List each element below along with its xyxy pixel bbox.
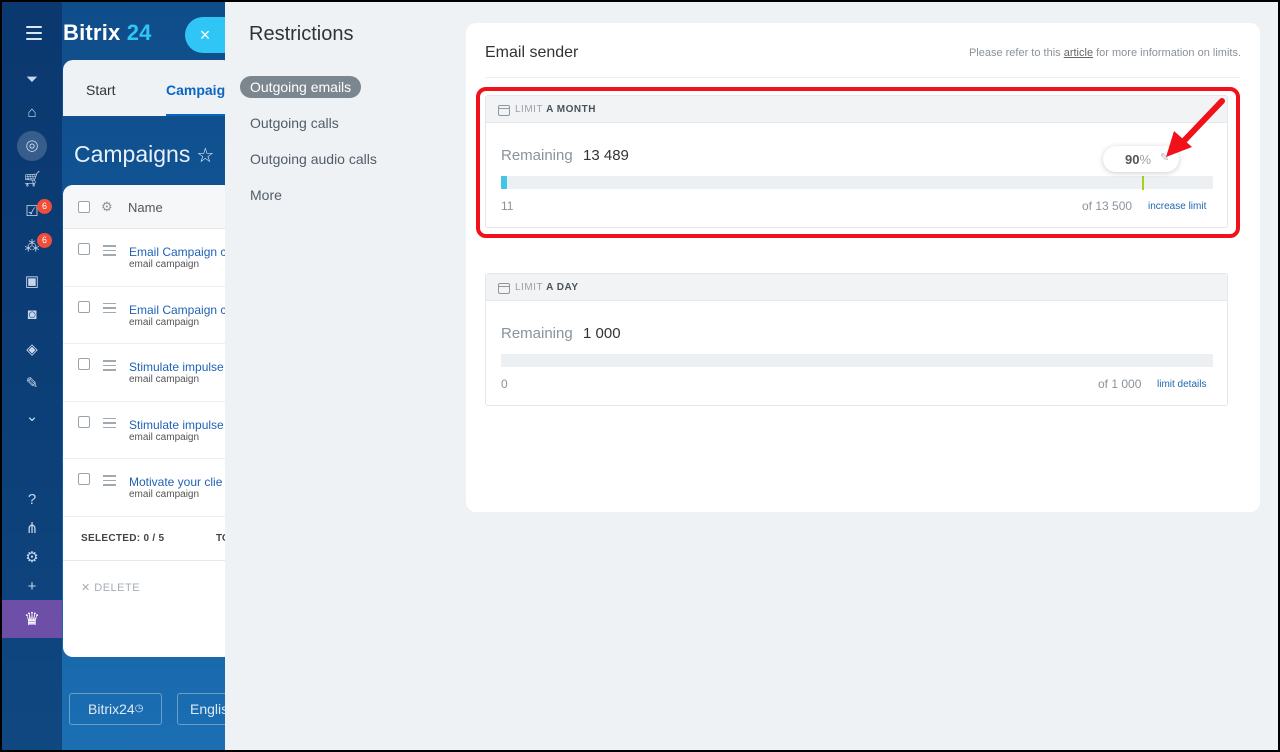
panel-title: Email sender bbox=[485, 44, 579, 61]
row-subtitle: email campaign bbox=[129, 431, 200, 443]
used-value: 0 bbox=[501, 377, 508, 391]
menu-icon[interactable] bbox=[26, 26, 42, 40]
close-slider-button[interactable]: × bbox=[185, 17, 229, 53]
row-title[interactable]: Stimulate impulse bbox=[129, 360, 224, 374]
divider bbox=[63, 560, 233, 561]
table-row[interactable]: Stimulate impulse email campaign bbox=[63, 402, 233, 459]
table-row[interactable]: Motivate your clie email campaign bbox=[63, 459, 233, 517]
highlight-box bbox=[476, 87, 1240, 238]
clock-icon: ◷ bbox=[134, 703, 144, 714]
tab-start[interactable]: Start bbox=[86, 82, 116, 98]
row-title[interactable]: Email Campaign c bbox=[129, 245, 226, 259]
menu-item-outgoing-emails[interactable]: Outgoing emails bbox=[240, 76, 362, 98]
selected-count: SELECTED: 0 / 5 bbox=[81, 533, 165, 544]
note-suffix: for more information on limits. bbox=[1093, 47, 1241, 59]
tab-campaign[interactable]: Campaign bbox=[166, 82, 234, 98]
star-icon[interactable]: ☆ bbox=[196, 145, 214, 167]
page-title-text: Campaigns bbox=[74, 141, 191, 167]
campaign-list: ⚙ Name Email Campaign c email campaign E… bbox=[63, 185, 233, 657]
contacts-icon[interactable]: ▣ bbox=[22, 272, 42, 292]
select-all-checkbox[interactable] bbox=[78, 201, 90, 213]
panel-divider bbox=[485, 77, 1240, 78]
close-icon: ✕ bbox=[81, 582, 95, 594]
annotation-arrow-icon bbox=[1166, 98, 1225, 157]
tasks-badge: 6 bbox=[37, 199, 52, 214]
robot-icon[interactable]: ◙ bbox=[22, 305, 42, 325]
row-subtitle: email campaign bbox=[129, 316, 200, 328]
remaining-label: Remaining bbox=[501, 325, 573, 342]
plus-icon[interactable]: + bbox=[22, 577, 42, 597]
drag-handle-icon[interactable] bbox=[103, 417, 116, 432]
crown-icon[interactable]: ♛ bbox=[2, 600, 62, 638]
limit-day-card: LIMIT A DAY Remaining 1 000 0 of 1 000 l… bbox=[485, 273, 1228, 406]
drag-handle-icon[interactable] bbox=[103, 245, 116, 259]
box-icon[interactable]: ◈ bbox=[22, 340, 42, 360]
row-subtitle: email campaign bbox=[129, 374, 200, 385]
delete-label: DELETE bbox=[94, 582, 141, 594]
total-value: of 1 000 bbox=[1098, 377, 1142, 391]
delete-button[interactable]: ✕ DELETE bbox=[81, 581, 140, 594]
home-icon[interactable]: ⌂ bbox=[22, 103, 42, 123]
limit-day-label: LIMIT A DAY bbox=[515, 282, 579, 293]
table-row[interactable]: Email Campaign c email campaign bbox=[63, 287, 233, 344]
limit-period: A DAY bbox=[546, 282, 579, 293]
remaining-value: 1 000 bbox=[583, 325, 621, 342]
network-badge: 6 bbox=[37, 233, 52, 248]
row-checkbox[interactable] bbox=[78, 473, 90, 485]
article-link[interactable]: article bbox=[1064, 47, 1093, 59]
list-header: ⚙ Name bbox=[63, 185, 233, 229]
limit-prefix: LIMIT bbox=[515, 282, 543, 293]
table-row[interactable]: Stimulate impulse email campaign bbox=[63, 344, 233, 402]
row-title[interactable]: Stimulate impulse bbox=[129, 418, 224, 432]
settings-icon[interactable]: ⚙ bbox=[22, 548, 42, 568]
sign-icon[interactable]: ✎ bbox=[22, 374, 42, 394]
drag-handle-icon[interactable] bbox=[103, 360, 116, 374]
row-checkbox[interactable] bbox=[78, 243, 90, 255]
row-checkbox[interactable] bbox=[78, 415, 90, 428]
limit-details-link[interactable]: limit details bbox=[1157, 379, 1206, 390]
drag-handle-icon[interactable] bbox=[103, 475, 116, 489]
logo-text: Bitrix bbox=[63, 20, 121, 45]
note-prefix: Please refer to this bbox=[968, 47, 1064, 59]
calendar-icon bbox=[498, 283, 510, 294]
help-icon[interactable]: ? bbox=[22, 490, 42, 510]
menu-item-outgoing-audio-calls[interactable]: Outgoing audio calls bbox=[240, 148, 387, 170]
row-checkbox[interactable] bbox=[78, 358, 90, 370]
footer-brand-label: Bitrix24 bbox=[88, 701, 135, 717]
page-title: Campaigns ☆ bbox=[74, 141, 214, 168]
slider-title: Restrictions bbox=[249, 23, 354, 45]
gear-icon[interactable]: ⚙ bbox=[101, 199, 113, 215]
row-title[interactable]: Motivate your clie bbox=[129, 475, 222, 489]
panel-note: Please refer to this article for more in… bbox=[969, 47, 1241, 59]
structure-icon[interactable]: ⋔ bbox=[22, 519, 42, 539]
limit-day-header: LIMIT A DAY bbox=[486, 274, 1227, 301]
row-subtitle: email campaign bbox=[129, 259, 200, 270]
menu-item-more[interactable]: More bbox=[240, 184, 292, 206]
drag-handle-icon[interactable] bbox=[103, 302, 116, 317]
table-row[interactable]: Email Campaign c email campaign bbox=[63, 229, 233, 287]
menu-item-outgoing-calls[interactable]: Outgoing calls bbox=[240, 112, 349, 134]
app-logo[interactable]: Bitrix 24 bbox=[63, 20, 152, 46]
limit-day-progress bbox=[501, 354, 1213, 367]
cart-icon[interactable]: 🛒︎ bbox=[22, 170, 42, 190]
filter-icon[interactable]: ⏷ bbox=[22, 70, 42, 90]
campaign-tabs: Start Campaign bbox=[63, 60, 236, 116]
logo-number: 24 bbox=[126, 20, 152, 45]
row-subtitle: email campaign bbox=[129, 489, 200, 500]
footer-brand-button[interactable]: Bitrix24◷ bbox=[69, 693, 163, 725]
row-title[interactable]: Email Campaign c bbox=[129, 303, 226, 317]
target-icon[interactable]: ◎ bbox=[17, 131, 47, 161]
row-checkbox[interactable] bbox=[78, 300, 90, 313]
column-name: Name bbox=[128, 200, 163, 215]
more-icon[interactable]: ⌄ bbox=[22, 407, 42, 427]
